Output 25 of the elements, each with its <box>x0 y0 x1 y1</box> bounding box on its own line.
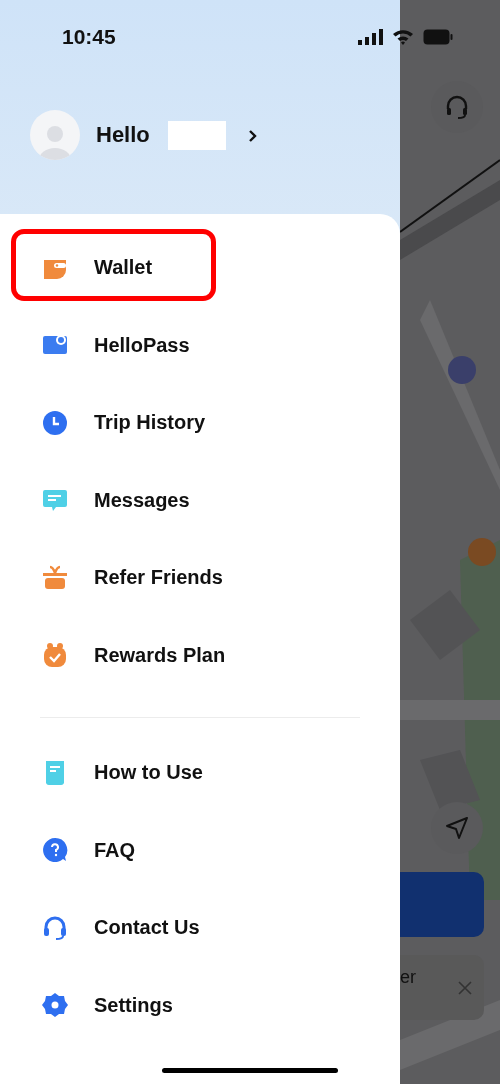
help-icon <box>42 837 68 864</box>
chevron-icon[interactable] <box>247 129 258 143</box>
settings-icon <box>42 992 68 1019</box>
headset-icon <box>444 94 470 120</box>
signal-icon <box>358 29 384 45</box>
gift-icon <box>42 564 68 591</box>
menu-item[interactable]: Rewards Plan <box>0 616 400 694</box>
menu-item[interactable]: Contact Us <box>0 889 400 967</box>
menu-item[interactable]: Trip History <box>0 384 400 462</box>
navigation-arrow-icon <box>445 816 469 840</box>
clock-icon <box>42 409 68 436</box>
menu-item[interactable]: HelloPass <box>0 306 400 384</box>
menu-item[interactable]: Settings <box>0 966 400 1044</box>
menu-item[interactable]: Refer Friends <box>0 539 400 617</box>
badge-icon <box>42 642 68 669</box>
card-text: er <box>400 967 416 988</box>
close-icon[interactable] <box>458 980 472 995</box>
menu-item[interactable]: Messages <box>0 461 400 539</box>
menu-item[interactable]: How to Use <box>0 734 400 812</box>
headset-icon <box>42 914 68 941</box>
menu-item[interactable]: Wallet <box>0 229 400 307</box>
status-time: 10:45 <box>62 25 116 49</box>
menu-item[interactable]: FAQ <box>0 811 400 889</box>
greeting: Hello <box>96 121 150 149</box>
wifi-icon <box>392 29 414 45</box>
